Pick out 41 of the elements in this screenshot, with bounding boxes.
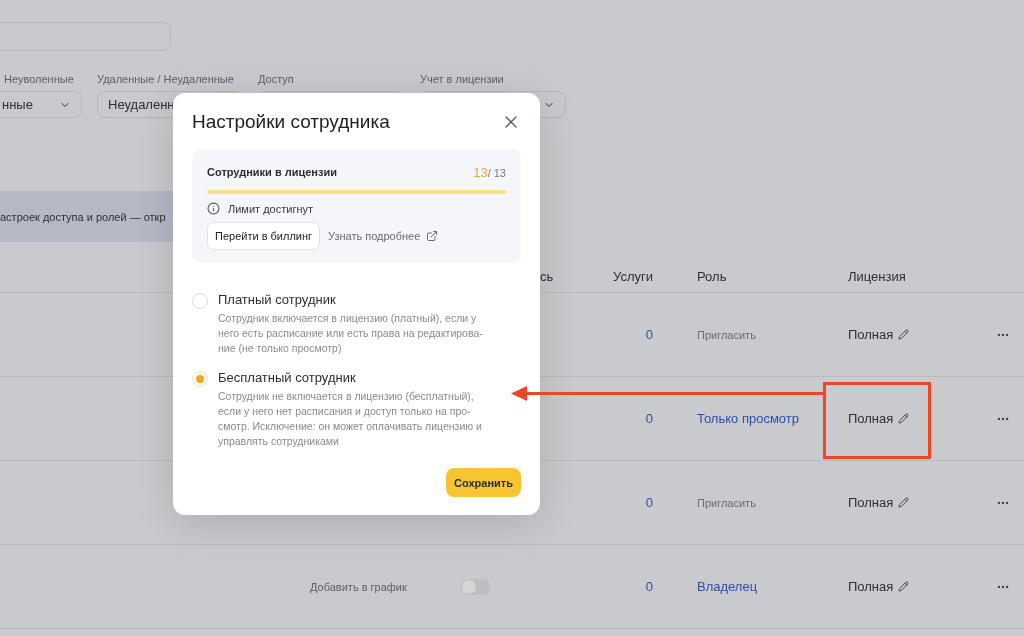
- billing-button[interactable]: Перейти в биллинг: [207, 222, 321, 250]
- services-count[interactable]: 0: [645, 579, 653, 594]
- filter-label: Доступ: [258, 73, 295, 85]
- services-count[interactable]: 0: [645, 327, 653, 342]
- info-icon: [207, 202, 220, 215]
- filter-label: Удаленные / Неудаленные: [97, 73, 235, 85]
- license-value: Полная: [848, 495, 894, 510]
- role-link[interactable]: Только просмотр: [697, 411, 799, 426]
- license-label: Сотрудники в лицензии: [207, 166, 337, 178]
- license-value: Полная: [848, 411, 894, 426]
- edit-icon[interactable]: [898, 581, 910, 592]
- option-title: Платный сотрудник: [218, 292, 337, 307]
- filter-select[interactable]: нные: [0, 91, 82, 118]
- save-button[interactable]: Сохранить: [446, 468, 521, 497]
- license-used: 13: [473, 165, 488, 180]
- banner-text: астроек доступа и ролей — откр: [0, 210, 166, 223]
- option-title: Бесплатный сотрудник: [218, 370, 357, 385]
- services-count[interactable]: 0: [645, 495, 653, 510]
- license-value: Полная: [848, 579, 894, 594]
- radio-button[interactable]: [192, 293, 208, 309]
- edit-icon[interactable]: [898, 413, 910, 424]
- column-header: Роль: [653, 260, 848, 293]
- radio-button[interactable]: [192, 371, 208, 387]
- invite-action[interactable]: Пригласить: [697, 496, 756, 509]
- license-total: / 13: [487, 167, 506, 179]
- column-header: Лицензия: [848, 260, 988, 293]
- limit-notice: Лимит достигнут: [228, 202, 313, 215]
- column-header: Услуги: [611, 260, 653, 293]
- services-count[interactable]: 0: [645, 411, 653, 426]
- filter-label: Учет в лицензии: [420, 73, 505, 85]
- external-link-icon: [426, 230, 439, 242]
- license-value: Полная: [848, 327, 894, 342]
- filter-label: Неуволенные: [3, 73, 75, 85]
- schedule-label: Добавить в график: [310, 580, 407, 593]
- invite-action[interactable]: Пригласить: [697, 328, 756, 341]
- edit-icon[interactable]: [898, 329, 910, 340]
- option-description: Сотрудник не включается в лицензию (бесплатный), если у него нет расписания и доступ только на про- смотр. Исключение: он может оплачивать лицензию и управлять сотрудниками: [218, 389, 482, 449]
- learn-more-link[interactable]: Узнать подробнее: [328, 230, 439, 242]
- role-link[interactable]: Владелец: [697, 579, 758, 594]
- edit-icon[interactable]: [898, 497, 910, 508]
- option-description: Сотрудник включается в лицензию (платный), если у него есть расписание или есть права на редактирова- ние (не только просмотр): [218, 311, 483, 356]
